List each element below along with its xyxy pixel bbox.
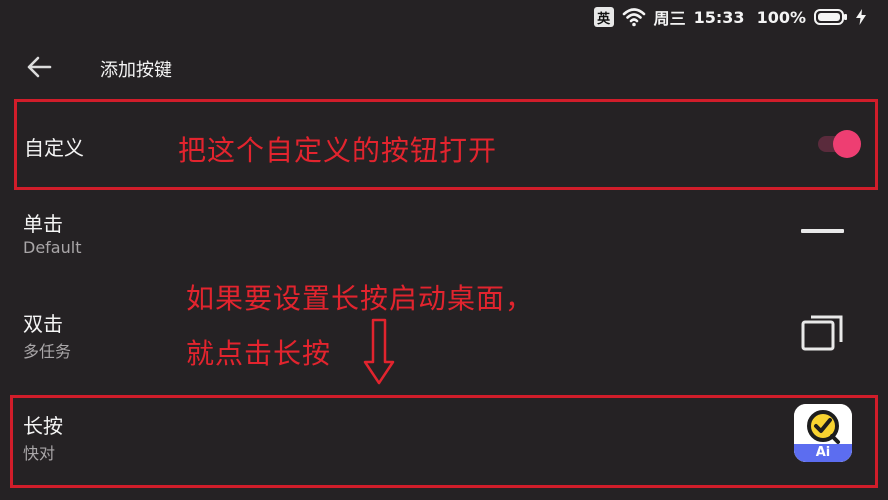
row-subtitle-double-tap: 多任务 bbox=[23, 342, 72, 361]
row-title-double-tap: 双击 bbox=[23, 312, 63, 336]
arrow-left-icon[interactable] bbox=[24, 52, 54, 82]
ime-indicator: 英 bbox=[593, 7, 614, 27]
status-day: 周三 bbox=[653, 9, 686, 28]
recent-apps-icon bbox=[801, 315, 843, 351]
row-title-single-tap: 单击 bbox=[23, 212, 63, 236]
dash-icon bbox=[801, 229, 844, 233]
status-battery-text: 100% bbox=[756, 7, 806, 27]
custom-toggle-knob[interactable] bbox=[833, 130, 861, 158]
double-tap-row[interactable]: 双击 多任务 bbox=[16, 296, 876, 376]
status-bar: 英 周三 15:33 100% bbox=[593, 4, 866, 30]
single-tap-row[interactable]: 单击 Default bbox=[16, 196, 876, 276]
wifi-icon bbox=[622, 8, 645, 27]
status-time: 15:33 bbox=[693, 7, 745, 27]
row-subtitle-single-tap: Default bbox=[23, 238, 82, 257]
bolt-icon bbox=[856, 9, 866, 25]
page-title: 添加按键 bbox=[100, 60, 172, 81]
annotation-toggle-hint: 把这个自定义的按钮打开 bbox=[178, 134, 498, 167]
battery-icon bbox=[814, 9, 847, 25]
app-icon-ai: Ai bbox=[794, 404, 852, 462]
annotation-box-long-press bbox=[10, 395, 878, 488]
app-icon-badge: Ai bbox=[815, 445, 831, 460]
